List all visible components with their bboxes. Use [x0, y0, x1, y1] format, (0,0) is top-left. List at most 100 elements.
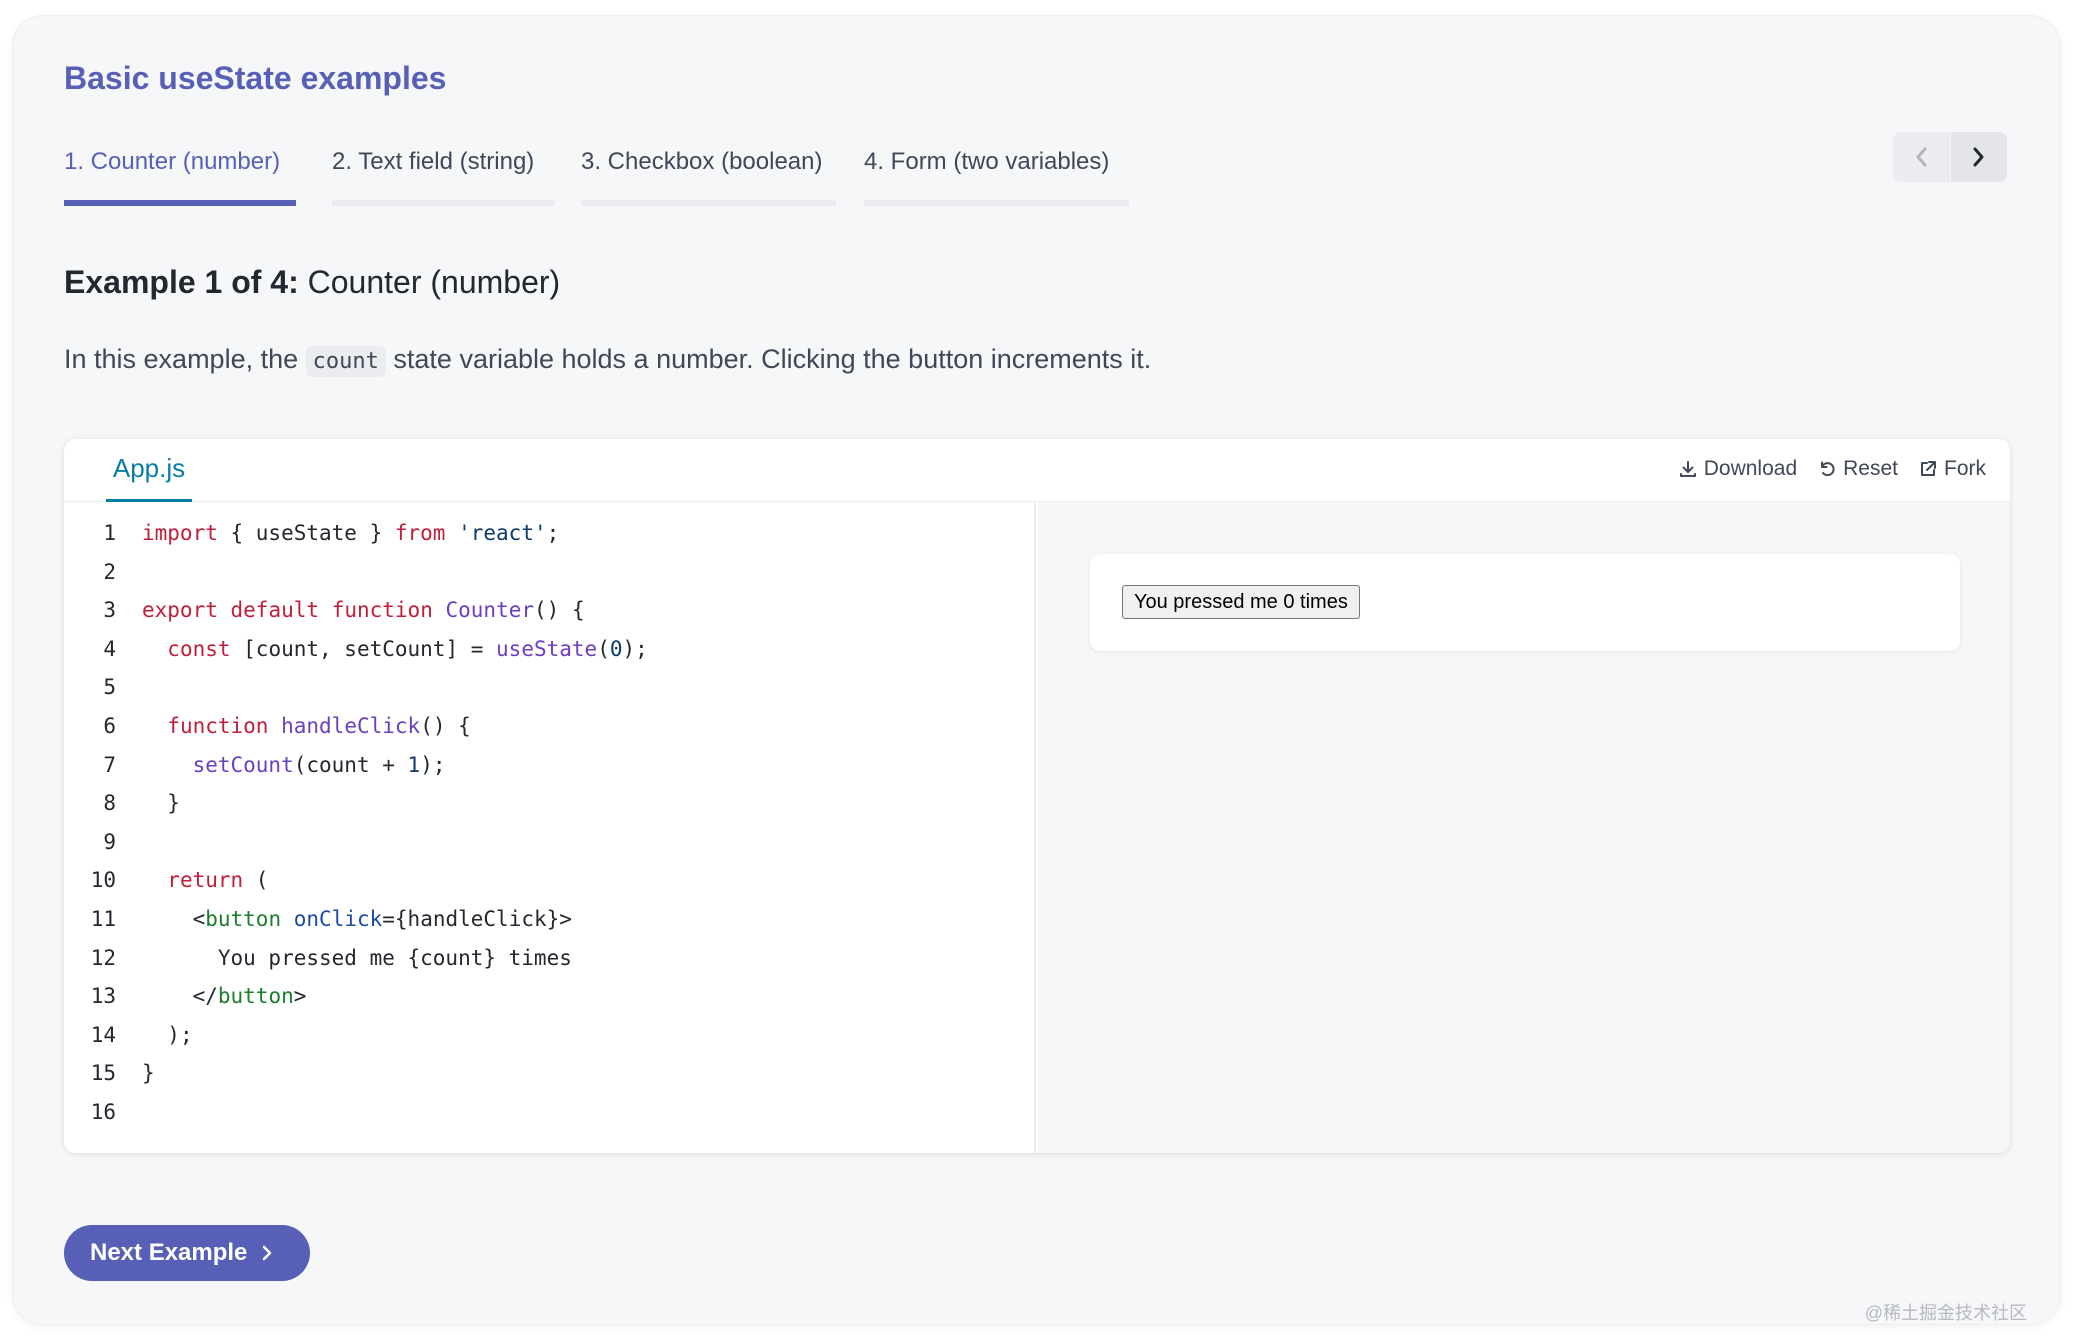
code-token: }: [167, 791, 180, 816]
code-line: 16: [64, 1093, 648, 1132]
code-token: <: [192, 906, 206, 931]
line-number: 9: [103, 829, 116, 854]
code-token: </: [192, 984, 218, 1009]
code-token: button: [217, 984, 294, 1009]
code-token: useState: [496, 636, 598, 661]
code-line: 5: [64, 668, 648, 707]
chevron-right-icon: [261, 1244, 273, 1262]
code-token: function: [167, 713, 269, 738]
card-title: Basic useState examples: [64, 60, 447, 96]
code-token: default: [230, 598, 320, 623]
code-token: button: [205, 906, 282, 931]
code-token: You pressed me {count} times: [217, 945, 572, 970]
line-number: 13: [90, 984, 116, 1009]
preview-pane: You pressed me 0 times: [1038, 502, 2010, 1153]
line-number: 16: [90, 1099, 116, 1124]
code-token: onClick: [293, 906, 383, 931]
code-token: () {: [420, 713, 471, 738]
code-token: import: [142, 521, 218, 545]
preview-frame: You pressed me 0 times: [1090, 554, 1960, 651]
description-text-before: In this example, the: [64, 344, 299, 374]
inline-code-count: count: [305, 346, 386, 377]
previous-example-button[interactable]: [1893, 132, 1950, 182]
code-token: return: [167, 868, 244, 893]
code-token: 'react': [458, 521, 547, 545]
code-token: );: [167, 1022, 193, 1047]
code-token: }: [142, 1061, 155, 1086]
code-token: (count +: [293, 752, 408, 777]
code-token: handleClick: [281, 713, 421, 738]
next-example-button[interactable]: Next Example: [64, 1225, 310, 1281]
code-token: [count, setCount] =: [230, 636, 497, 661]
line-number: 6: [103, 713, 116, 738]
next-example-arrow-button[interactable]: [1950, 132, 2007, 182]
code-token: export: [142, 598, 218, 623]
line-number: 15: [90, 1061, 116, 1086]
code-token: ;: [546, 521, 560, 545]
line-number: 12: [90, 945, 116, 970]
example-description: In this example, the count state variabl…: [64, 344, 1152, 377]
description-text-after: state variable holds a number. Clicking …: [393, 344, 1152, 374]
example-number: Example 1 of 4:: [64, 264, 299, 300]
code-token: function: [331, 598, 433, 623]
code-line: 15}: [64, 1054, 648, 1093]
tab-counter[interactable]: 1. Counter (number): [64, 146, 296, 206]
code-token: from: [394, 521, 446, 545]
code-line: 1 import { useState } from 'react';: [64, 514, 648, 553]
code-line: 13 </button>: [64, 977, 648, 1016]
line-number: 7: [103, 752, 116, 777]
code-token: 1: [407, 752, 421, 777]
tab-checkbox[interactable]: 3. Checkbox (boolean): [581, 146, 836, 206]
line-number: 4: [103, 636, 116, 661]
examples-card: Basic useState examples 1. Counter (numb…: [13, 16, 2060, 1324]
file-tab-app-js[interactable]: App.js: [106, 439, 192, 502]
tab-form[interactable]: 4. Form (two variables): [864, 146, 1129, 206]
code-token: (: [243, 868, 269, 893]
example-pager: [1893, 132, 2007, 182]
code-line: 8 }: [64, 784, 648, 823]
download-label: Download: [1703, 457, 1798, 480]
sandbox-toolbar: App.js Download Reset Fork: [64, 439, 2010, 502]
code-line: 3 export default function Counter() {: [64, 591, 648, 630]
example-title: Counter (number): [307, 264, 561, 300]
chevron-right-icon: [1973, 147, 1984, 167]
code-line: 11 <button onClick={handleClick}>: [64, 900, 648, 939]
tab-text-field[interactable]: 2. Text field (string): [332, 146, 555, 206]
code-token: (: [597, 636, 610, 661]
line-number: 11: [90, 906, 116, 931]
next-example-label: Next Example: [90, 1239, 248, 1266]
code-line: 4 const [count, setCount] = useState(0);: [64, 630, 648, 669]
sandbox-actions: Download Reset Fork: [1658, 457, 1986, 481]
fork-label: Fork: [1944, 457, 1986, 480]
code-token: ={handleClick}>: [382, 906, 572, 931]
example-heading: Example 1 of 4: Counter (number): [64, 264, 560, 301]
code-line: 7 setCount(count + 1);: [64, 746, 648, 785]
line-number: 5: [103, 675, 116, 700]
counter-button[interactable]: You pressed me 0 times: [1122, 585, 1360, 619]
download-button[interactable]: Download: [1678, 457, 1797, 481]
code-token: Counter: [445, 598, 535, 623]
watermark: @稀土掘金技术社区: [1864, 1303, 2027, 1323]
code-editor[interactable]: 1 import { useState } from 'react'; 2 3 ex…: [64, 502, 1036, 1153]
code-line: 14 );: [64, 1016, 648, 1055]
line-number: 8: [103, 791, 116, 816]
reset-button[interactable]: Reset: [1817, 457, 1898, 481]
code-line: 2: [64, 553, 648, 592]
code-token: const: [167, 636, 231, 661]
download-icon: [1679, 461, 1696, 477]
line-number: 14: [90, 1022, 116, 1047]
line-number: 3: [103, 598, 116, 623]
code-line: 12 You pressed me {count} times: [64, 939, 648, 978]
reset-icon: [1821, 461, 1835, 477]
chevron-left-icon: [1916, 147, 1927, 167]
line-number: 1: [103, 521, 116, 545]
reset-label: Reset: [1843, 457, 1898, 480]
code-line: 6 function handleClick() {: [64, 707, 648, 746]
code-token: );: [420, 752, 446, 777]
external-link-icon: [1921, 461, 1936, 476]
code-token: );: [622, 636, 648, 661]
fork-button[interactable]: Fork: [1918, 457, 1986, 481]
code-line: 10 return (: [64, 861, 648, 900]
code-line: 9: [64, 823, 648, 862]
code-token: () {: [534, 598, 585, 623]
